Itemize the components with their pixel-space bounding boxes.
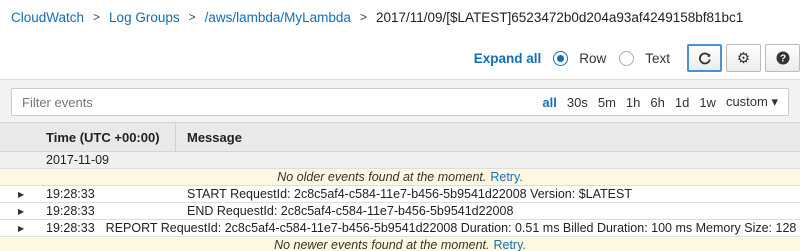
range-custom-dropdown[interactable]: custom ▾ [726,94,778,110]
log-event-row[interactable]: ▶ 19:28:33 END RequestId: 2c8c5af4-c584-… [0,203,800,220]
toolbar: Expand all Row Text ⚙ ? [474,43,800,73]
date-group-row: 2017-11-09 [0,152,800,169]
radio-selected-icon[interactable] [553,50,569,66]
retry-older-link[interactable]: Retry. [490,170,522,184]
log-events-list: 2017-11-09 No older events found at the … [0,152,800,251]
gear-icon: ⚙ [736,50,751,67]
expand-triangle-icon[interactable]: ▶ [0,224,24,233]
help-button[interactable]: ? [765,44,800,72]
range-1h[interactable]: 1h [626,95,640,110]
time-range-selector: all 30s 5m 1h 6h 1d 1w custom ▾ [532,94,788,110]
breadcrumb-separator: > [359,10,367,24]
expand-triangle-icon[interactable]: ▶ [0,190,24,199]
event-message: END RequestId: 2c8c5af4-c584-11e7-b456-5… [187,204,514,218]
range-1w[interactable]: 1w [699,95,716,110]
newer-events-notice: No newer events found at the moment. Ret… [0,237,800,251]
refresh-button[interactable] [687,44,722,72]
settings-button[interactable]: ⚙ [726,44,761,72]
older-events-notice: No older events found at the moment. Ret… [0,169,800,186]
range-1d[interactable]: 1d [675,95,689,110]
view-row-label: Row [579,50,607,66]
date-group-label: 2017-11-09 [46,153,110,167]
message-column-header: Message [187,129,242,145]
expand-all-link[interactable]: Expand all [474,51,542,66]
refresh-icon [698,52,711,65]
older-events-text: No older events found at the moment. [277,170,487,184]
breadcrumb-separator: > [93,10,101,24]
time-column-header[interactable]: Time (UTC +00:00) [34,123,176,151]
log-event-row[interactable]: ▶ 19:28:33 START RequestId: 2c8c5af4-c58… [0,186,800,203]
breadcrumb-separator: > [188,10,196,24]
range-5m[interactable]: 5m [598,95,616,110]
event-time: 19:28:33 [46,221,95,235]
event-message: START RequestId: 2c8c5af4-c584-11e7-b456… [187,187,632,201]
event-message: REPORT RequestId: 2c8c5af4-c584-11e7-b45… [105,221,800,235]
breadcrumb-log-group[interactable]: /aws/lambda/MyLambda [205,10,351,25]
svg-text:?: ? [779,54,785,65]
table-header: Time (UTC +00:00) Message [0,122,800,152]
breadcrumb-cloudwatch[interactable]: CloudWatch [11,10,84,25]
view-text-label: Text [645,50,670,66]
range-30s[interactable]: 30s [567,95,588,110]
help-icon: ? [776,51,789,65]
log-event-row[interactable]: ▶ 19:28:33 REPORT RequestId: 2c8c5af4-c5… [0,220,800,237]
event-time: 19:28:33 [46,204,95,218]
range-6h[interactable]: 6h [650,95,664,110]
view-text-radio[interactable]: Text [619,50,670,66]
breadcrumb-current-stream: 2017/11/09/[$LATEST]6523472b0d204a93af42… [375,9,744,25]
log-events-panel: all 30s 5m 1h 6h 1d 1w custom ▾ Time (UT… [0,79,800,251]
expand-column-header [0,123,34,151]
newer-events-text: No newer events found at the moment. [274,238,490,251]
event-time: 19:28:33 [46,187,95,201]
breadcrumb-log-groups[interactable]: Log Groups [109,10,180,25]
radio-unselected-icon[interactable] [619,50,635,66]
view-row-radio[interactable]: Row [553,50,607,66]
filter-events-input[interactable] [12,94,482,110]
retry-newer-link[interactable]: Retry. [493,238,525,251]
breadcrumb: CloudWatch > Log Groups > /aws/lambda/My… [11,8,743,26]
expand-triangle-icon[interactable]: ▶ [0,207,24,216]
filter-bar: all 30s 5m 1h 6h 1d 1w custom ▾ [11,88,789,116]
range-all[interactable]: all [542,95,556,110]
